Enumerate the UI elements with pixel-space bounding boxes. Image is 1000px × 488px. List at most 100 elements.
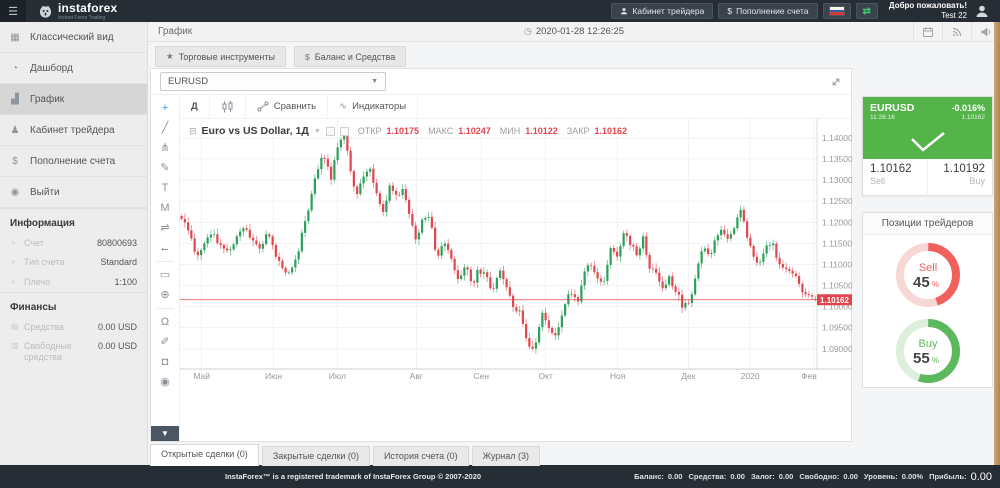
candle-style-icon[interactable] [326, 127, 335, 136]
user-avatar[interactable] [972, 2, 992, 20]
trading-instruments-button[interactable]: ★ Торговые инструменты [155, 46, 286, 67]
indicators-button[interactable]: ∿ Индикаторы [328, 95, 418, 118]
pitchfork-tool-icon[interactable]: ⋔ [155, 138, 176, 157]
balance-funds-button[interactable]: $ Баланс и Средства [294, 46, 406, 67]
open-label: ОТКР [358, 126, 382, 136]
y-axis-tick: 1.11500 [822, 238, 852, 248]
sidebar-item-trader-cabinet[interactable]: ♟Кабинет трейдера [0, 115, 147, 146]
magnet-tool-icon[interactable]: Ω [155, 312, 176, 331]
chart-icon: ▟ [0, 94, 30, 105]
brush-tool-icon[interactable]: ✎ [155, 158, 176, 177]
balance-funds-label: Баланс и Средства [315, 52, 396, 62]
xabcd-pattern-tool-icon[interactable]: M [155, 198, 176, 217]
fullscreen-button[interactable] [830, 76, 842, 88]
breadcrumb: График [158, 26, 192, 37]
hamburger-menu-icon[interactable]: ☰ [0, 0, 26, 22]
measure-tool-icon[interactable]: ▭ [155, 265, 176, 284]
sell-gauge-value: 45 % [912, 274, 938, 291]
sidebar-item-deposit[interactable]: $Пополнение счета [0, 146, 147, 177]
rail-collapse-button[interactable]: ▼ [151, 426, 179, 441]
symbol-select-value: EURUSD [168, 76, 208, 87]
chevron-right-icon: » [11, 277, 24, 287]
low-value: 1.10122 [525, 126, 558, 136]
current-price-tag: 1.10162 [820, 296, 849, 305]
quote-card: EURUSD -0.016% 11:26:16 1.10162 1.10162 … [862, 96, 993, 196]
sparkline-check-icon [906, 129, 950, 155]
sell-quote-button[interactable]: 1.10162 Sell [863, 159, 927, 196]
trend-line-tool-icon[interactable]: ╱ [155, 118, 176, 137]
sell-price: 1.10162 [870, 163, 920, 175]
footer: InstaForex™ is a registered trademark of… [0, 465, 1000, 488]
compare-button[interactable]: Сравнить [246, 95, 328, 118]
header-right-cluster: Кабинет трейдера $ Пополнение счета ⇄ До… [611, 1, 1000, 21]
buy-quote-button[interactable]: 1.10192 Buy [927, 159, 992, 196]
chart-settings-icon[interactable] [340, 127, 349, 136]
low-label: МИН [500, 126, 520, 136]
x-axis-label: Окт [538, 371, 552, 381]
y-axis-tick: 1.13000 [822, 175, 852, 185]
x-axis-label: Июн [265, 371, 282, 381]
lock-tool-icon[interactable]: ◘ [155, 352, 176, 371]
tab-closed-trades[interactable]: Закрытые сделки (0) [262, 446, 370, 466]
collapse-icon[interactable]: ⊟ [189, 126, 197, 137]
row-value: 1:100 [114, 277, 137, 288]
x-axis-label: Июл [329, 371, 346, 381]
dashboard-icon: ◔ [0, 63, 30, 74]
candlestick-chart[interactable]: 1.140001.135001.130001.125001.120001.115… [180, 119, 852, 383]
language-button[interactable] [823, 3, 851, 19]
trader-positions-title: Позиции трейдеров [863, 213, 992, 235]
forecast-tool-icon[interactable]: ⇌ [155, 218, 176, 237]
quote-header[interactable]: EURUSD -0.016% 11:26:16 1.10162 [863, 97, 992, 159]
chart-style-button[interactable] [210, 95, 246, 118]
sidebar-item-label: Классический вид [30, 32, 114, 43]
rss-icon[interactable] [942, 22, 971, 41]
drawing-tools-rail: +╱⋔✎TM⇌← ▭⊕ Ω✐◘◉ ▼ [151, 95, 180, 441]
arrow-tool-icon[interactable]: ← [155, 238, 176, 257]
candles-icon [221, 101, 234, 113]
sidebar-item-logout[interactable]: ◉Выйти [0, 177, 147, 208]
deposit-button[interactable]: $ Пополнение счета [718, 3, 817, 19]
zoom-in-tool-icon[interactable]: ⊕ [155, 285, 176, 304]
quote-time: 11:26:16 [870, 114, 895, 121]
text-tool-icon[interactable]: T [155, 178, 176, 197]
chart-toolbar: Д Сравнить ∿ Индикаторы [180, 95, 851, 119]
x-axis-label: Сен [474, 371, 490, 381]
sidebar-item-dashboard[interactable]: ◔Дашборд [0, 53, 147, 84]
chevron-down-icon[interactable]: ▼ [314, 128, 321, 135]
calendar-icon[interactable] [913, 22, 942, 41]
chart-body: +╱⋔✎TM⇌←▭⊕Ω✐◘◉▼ Д Сравнить ∿ Индикаторы … [151, 95, 851, 441]
chevron-right-icon: » [11, 238, 24, 248]
tab-journal[interactable]: Журнал (3) [472, 446, 540, 466]
avatar-person-icon [975, 4, 989, 18]
drawing-lock-tool-icon[interactable]: ✐ [155, 332, 176, 351]
buy-label: Buy [935, 176, 985, 186]
sidebar-item-chart[interactable]: ▟График [0, 84, 147, 115]
sidebar-item-label: Дашборд [30, 63, 73, 74]
rail-divider [157, 261, 174, 262]
row-label: Средства [24, 322, 98, 333]
server-datetime: ◷ 2020-01-28 12:26:25 [524, 26, 624, 37]
symbol-select[interactable]: EURUSD ▼ [160, 72, 386, 91]
wave-icon: ∿ [339, 101, 347, 112]
trader-cabinet-button[interactable]: Кабинет трейдера [611, 3, 713, 19]
dollar-icon: $ [727, 6, 732, 16]
chart-legend: ⊟ Euro vs US Dollar, 1Д ▼ ОТКР1.10175 МА… [189, 125, 627, 137]
person-icon [620, 7, 628, 15]
x-axis-label: 2020 [741, 371, 760, 381]
buy-gauge-label: Buy [918, 338, 937, 350]
x-axis-label: Ноя [610, 371, 626, 381]
dollar-icon: $ [305, 52, 310, 62]
sidebar-data-row: »Плечо1:100 [0, 273, 147, 292]
account-switch-button[interactable]: ⇄ [856, 3, 878, 19]
crosshair-tool-icon[interactable]: + [155, 98, 176, 117]
y-axis-tick: 1.11000 [822, 259, 852, 269]
eye-tool-icon[interactable]: ◉ [155, 372, 176, 391]
timeframe-button[interactable]: Д [180, 95, 210, 118]
footer-stat-value: 0.00 [668, 472, 683, 481]
sidebar-item-classic-view[interactable]: ▦Классический вид [0, 22, 147, 53]
instaforex-logo[interactable]: instaforex Instant Forex Trading [38, 2, 117, 21]
y-axis-tick: 1.12000 [822, 217, 852, 227]
tab-open-trades[interactable]: Открытые сделки (0) [150, 444, 259, 466]
tab-account-history[interactable]: История счета (0) [373, 446, 469, 466]
finance-rows: ▤Средства0.00 USD▥Свободные средства0.00… [0, 318, 147, 368]
